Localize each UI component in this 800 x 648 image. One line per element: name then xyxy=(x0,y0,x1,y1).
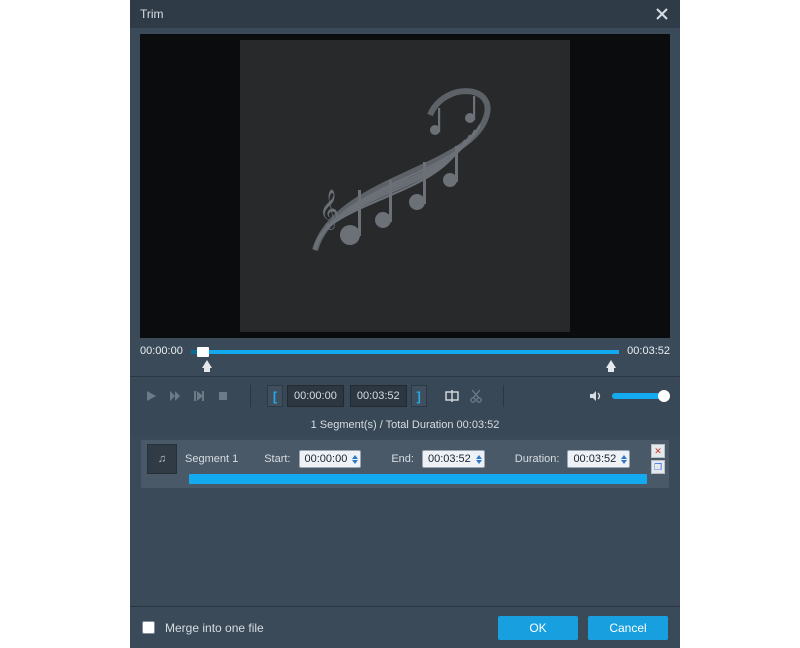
segment-status: 1 Segment(s) / Total Duration 00:03:52 xyxy=(130,413,680,437)
segment-start-field[interactable]: 00:00:00 xyxy=(299,450,362,468)
svg-text:𝄞: 𝄞 xyxy=(319,190,339,230)
music-artwork-icon: 𝄞 xyxy=(275,70,535,303)
segment-thumbnail: ♫ xyxy=(147,444,177,474)
segments-empty-area xyxy=(130,491,680,606)
merge-label: Merge into one file xyxy=(165,621,264,635)
volume-icon[interactable] xyxy=(584,385,606,407)
start-label: Start: xyxy=(264,453,290,465)
play-button[interactable] xyxy=(140,385,162,407)
segment-range-bar[interactable] xyxy=(189,474,647,484)
total-time-label: 00:03:52 xyxy=(627,345,670,357)
dialog-footer: Merge into one file OK Cancel xyxy=(130,606,680,648)
segment-row[interactable]: ♫ Segment 1 Start: 00:00:00 End: 00:03:5… xyxy=(140,439,670,489)
volume-knob[interactable] xyxy=(658,390,670,402)
merge-checkbox[interactable] xyxy=(142,621,155,634)
segment-end-field[interactable]: 00:03:52 xyxy=(422,450,485,468)
ok-button[interactable]: OK xyxy=(498,616,578,640)
split-button[interactable] xyxy=(441,385,463,407)
timeline: 00:00:00 00:03:52 xyxy=(130,338,680,360)
trim-end-handle[interactable] xyxy=(606,360,616,368)
segment-name: Segment 1 xyxy=(185,453,238,465)
close-icon xyxy=(656,8,668,20)
playback-controls: [ 00:00:00 00:03:52 ] xyxy=(130,379,680,413)
duplicate-segment-button[interactable]: ❐ xyxy=(651,460,665,474)
preview-area: 𝄞 xyxy=(140,34,670,338)
cut-button[interactable] xyxy=(465,385,487,407)
set-start-button[interactable]: [ xyxy=(267,385,283,407)
set-end-button[interactable]: ] xyxy=(411,385,427,407)
trim-start-handle[interactable] xyxy=(202,360,212,368)
music-note-icon: ♫ xyxy=(158,453,166,465)
timeline-playhead[interactable] xyxy=(197,347,209,357)
delete-segment-button[interactable]: ✕ xyxy=(651,444,665,458)
end-label: End: xyxy=(391,453,414,465)
volume-slider[interactable] xyxy=(612,393,670,399)
segment-duration-field[interactable]: 00:03:52 xyxy=(567,450,630,468)
duration-label: Duration: xyxy=(515,453,560,465)
end-timecode[interactable]: 00:03:52 xyxy=(350,385,407,407)
dialog-title: Trim xyxy=(140,7,164,21)
trim-handles xyxy=(140,360,670,374)
close-button[interactable] xyxy=(654,6,670,22)
next-frame-button[interactable] xyxy=(188,385,210,407)
start-timecode[interactable]: 00:00:00 xyxy=(287,385,344,407)
fast-forward-button[interactable] xyxy=(164,385,186,407)
timeline-track[interactable] xyxy=(191,344,619,358)
titlebar: Trim xyxy=(130,0,680,28)
preview-thumbnail: 𝄞 xyxy=(240,40,570,332)
stop-button[interactable] xyxy=(212,385,234,407)
cancel-button[interactable]: Cancel xyxy=(588,616,668,640)
current-time-label: 00:00:00 xyxy=(140,345,183,357)
trim-dialog: Trim xyxy=(130,0,680,648)
